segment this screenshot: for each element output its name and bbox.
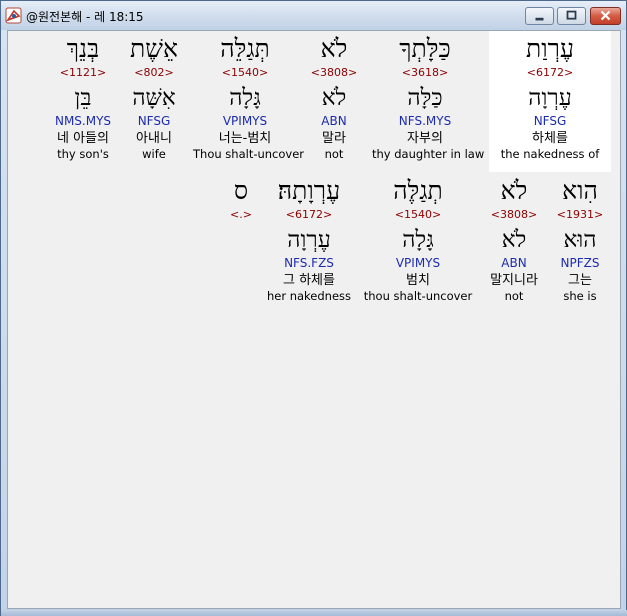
word-card[interactable]: עֶרְוָתָהּ׃ <6172> עֶרְוָה NFS.FZS 그 하체를… [255, 174, 363, 304]
verse-content: בְּנֵךְ <1121> בֵּן NMS.MYS 네 아들의 thy so… [7, 30, 621, 609]
word-card[interactable]: אֵשֶׁת <802> אִשָּׁה NFSG 아내니 wife [102, 32, 206, 162]
english-gloss: the nakedness of [500, 147, 600, 161]
english-gloss: wife [142, 147, 166, 161]
strong-number[interactable]: <3808> [282, 66, 386, 80]
title-bar[interactable]: @원전본해 - 레 18:15 [1, 1, 626, 30]
hebrew-word: עֶרְוָתָהּ׃ [277, 176, 341, 205]
morphology: NFSG [137, 114, 171, 128]
hebrew-word: כַּלָּתְךָ [399, 34, 451, 63]
hebrew-word: לֹא [500, 176, 528, 205]
morphology: VPIMYS [395, 256, 441, 270]
minimize-button[interactable] [525, 7, 554, 25]
word-card[interactable]: תְגַלֶּה <1540> גָּלָה VPIMYS 범치 thou sh… [363, 174, 473, 304]
close-button[interactable] [590, 7, 621, 25]
korean-gloss: 말지니라 [490, 273, 538, 288]
word-card-selected[interactable]: עֶרְוַת <6172> עֶרְוָה NFSG 하체를 the nake… [489, 31, 611, 172]
word-card[interactable]: לֹא <3808> לֹא ABN 말지니라 not [474, 174, 554, 304]
window-bottom-border [1, 610, 627, 616]
word-card[interactable]: הִוא <1931> הוּא NPFZS 그는 she is [545, 174, 615, 304]
window-title: @원전본해 - 레 18:15 [26, 10, 144, 24]
strong-number[interactable]: <6172> [255, 208, 363, 222]
lemma: הוּא [563, 227, 597, 253]
english-gloss: she is [563, 289, 597, 303]
english-gloss: her nakedness [266, 289, 352, 303]
korean-gloss: 말라 [322, 131, 346, 146]
strong-number[interactable]: <3808> [474, 208, 554, 222]
english-gloss: not [504, 289, 524, 303]
morphology: ABN [501, 256, 527, 270]
korean-gloss: 그는 [568, 273, 592, 288]
close-icon [600, 10, 611, 21]
word-card[interactable]: כַּלָּתְךָ <3618> כַּלָּה NFS.MYS 자부의 th… [372, 32, 485, 162]
lemma: גָּלָה [402, 227, 434, 253]
korean-gloss: 범치 [406, 273, 430, 288]
strong-number[interactable]: <802> [102, 66, 206, 80]
english-gloss: thy daughter in law [372, 147, 485, 161]
app-window: @원전본해 - 레 18:15 בְּנֵךְ <1121> בֵּן NMS.… [0, 0, 627, 616]
lemma: עֶרְוָה [287, 227, 331, 253]
strong-number[interactable]: <6172> [489, 66, 611, 80]
morphology: NFSG [533, 114, 567, 128]
korean-gloss: 자부의 [407, 131, 443, 146]
lemma: לֹא [501, 227, 527, 253]
strong-number[interactable]: <3618> [372, 66, 478, 80]
hebrew-word: עֶרְוַת [525, 34, 575, 63]
morphology: NFS.FZS [284, 256, 334, 270]
korean-gloss: 그 하체를 [283, 273, 335, 288]
lemma: לֹא [321, 85, 347, 111]
hebrew-word: תְגַלֶּה [393, 176, 443, 205]
strong-number[interactable]: <1540> [363, 208, 473, 222]
lemma: כַּלָּה [407, 85, 443, 111]
korean-gloss: 하체를 [532, 131, 568, 146]
korean-gloss: 아내니 [136, 131, 172, 146]
maximize-icon [566, 10, 577, 20]
english-gloss: thou shalt-uncover [363, 289, 473, 303]
hebrew-word: אֵשֶׁת [130, 34, 178, 63]
english-gloss: not [324, 147, 344, 161]
strong-number[interactable]: <1931> [545, 208, 615, 222]
morphology: NPFZS [560, 256, 600, 270]
word-card[interactable]: לֹא <3808> לֹא ABN 말라 not [282, 32, 386, 162]
hebrew-word: הִוא [562, 176, 598, 205]
app-icon [5, 7, 22, 24]
minimize-icon [535, 17, 544, 21]
lemma: עֶרְוָה [528, 85, 572, 111]
morphology: ABN [321, 114, 347, 128]
lemma: אִשָּׁה [132, 85, 176, 111]
maximize-button[interactable] [557, 7, 586, 25]
morphology: NFS.MYS [398, 114, 452, 128]
hebrew-word: לֹא [320, 34, 348, 63]
